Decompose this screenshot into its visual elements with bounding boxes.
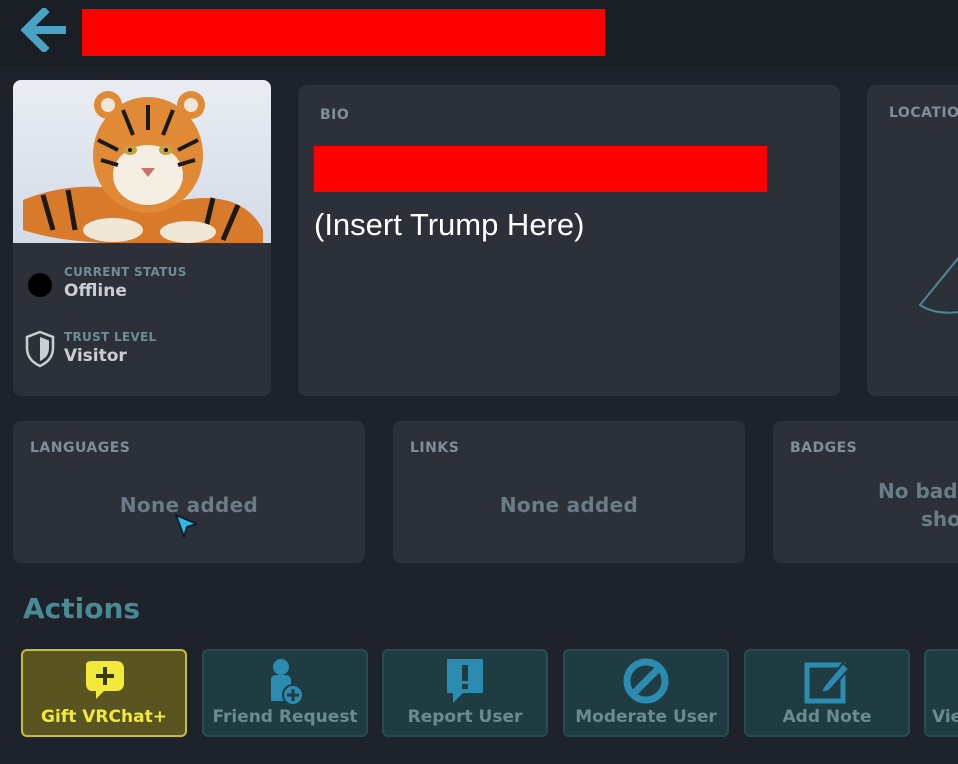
- links-card: LINKS None added: [393, 421, 745, 563]
- bio-label: BIO: [320, 107, 350, 123]
- gift-speech-bubble-icon: [86, 661, 124, 699]
- report-user-button[interactable]: Report User: [382, 649, 548, 737]
- report-icon: [447, 659, 483, 703]
- languages-card: LANGUAGES None added: [13, 421, 365, 563]
- mouse-cursor-icon: [175, 514, 198, 538]
- badges-card: BADGES No badg sho: [773, 421, 958, 563]
- gift-button-label: Gift VRChat+: [41, 707, 167, 727]
- edit-note-icon: [804, 661, 851, 704]
- add-friend-icon: [271, 659, 304, 706]
- view-button-partial[interactable]: Vie: [924, 649, 958, 737]
- back-arrow-icon[interactable]: [20, 8, 68, 52]
- add-note-label: Add Note: [782, 707, 872, 727]
- location-label: LOCATIO: [889, 105, 958, 121]
- badges-empty-line1: No badg: [878, 479, 958, 503]
- location-card: LOCATIO: [867, 85, 958, 396]
- current-status-label: CURRENT STATUS: [64, 265, 187, 279]
- friend-request-button[interactable]: Friend Request: [202, 649, 368, 737]
- moderate-user-button[interactable]: Moderate User: [563, 649, 729, 737]
- top-bar: [0, 0, 958, 66]
- avatar-tiger-image: [13, 80, 271, 243]
- bio-text: (Insert Trump Here): [314, 207, 585, 242]
- languages-label: LANGUAGES: [30, 440, 131, 456]
- redacted-bio-line: [314, 146, 767, 192]
- links-label: LINKS: [410, 440, 460, 456]
- gift-vrchat-plus-button[interactable]: Gift VRChat+: [21, 649, 187, 737]
- trust-level-label: TRUST LEVEL: [64, 330, 157, 344]
- current-status-value: Offline: [64, 281, 127, 301]
- view-button-label: Vie: [932, 707, 958, 727]
- badges-empty-line2: sho: [921, 507, 958, 531]
- trust-level-value: Visitor: [64, 346, 127, 366]
- badges-label: BADGES: [790, 440, 858, 456]
- redacted-username: [82, 9, 605, 56]
- add-note-button[interactable]: Add Note: [744, 649, 910, 737]
- actions-heading: Actions: [23, 592, 141, 625]
- shield-icon: [25, 330, 55, 368]
- friend-request-label: Friend Request: [212, 707, 358, 727]
- moderate-user-label: Moderate User: [575, 707, 717, 727]
- profile-card: CURRENT STATUS Offline TRUST LEVEL Visit…: [13, 80, 271, 396]
- location-placeholder-icon: [918, 256, 958, 314]
- links-empty-text: None added: [499, 493, 639, 517]
- bio-card: BIO (Insert Trump Here): [298, 85, 840, 396]
- status-indicator-dot: [28, 273, 52, 297]
- report-user-label: Report User: [407, 707, 523, 727]
- block-icon: [623, 658, 669, 704]
